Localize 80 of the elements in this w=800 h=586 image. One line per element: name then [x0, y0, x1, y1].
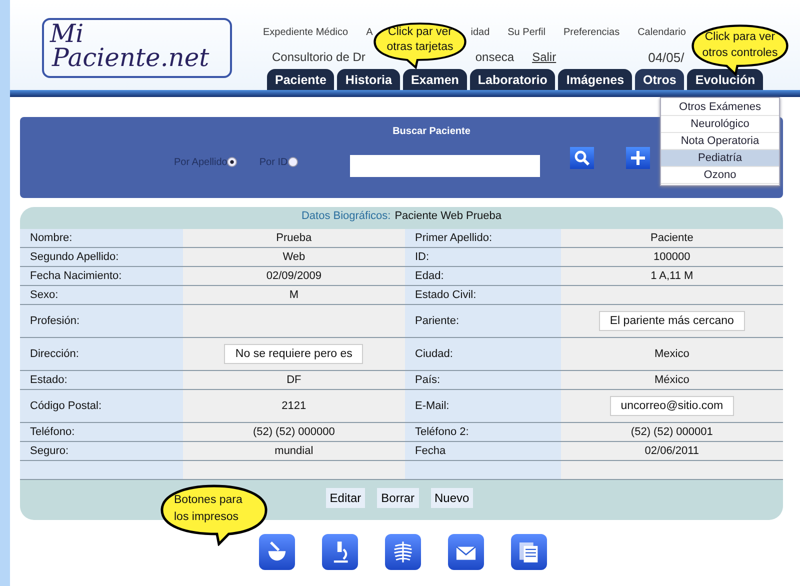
action-button[interactable]: Editar	[326, 488, 366, 508]
nav-link[interactable]: Expediente Médico	[263, 27, 348, 38]
tab[interactable]: Otros	[635, 69, 684, 90]
tab[interactable]: Historia	[337, 69, 400, 90]
callout-text: otros controles	[701, 46, 779, 61]
field-value: 100000	[654, 251, 690, 263]
tab[interactable]: Paciente	[267, 69, 334, 90]
field-value: DF	[286, 374, 302, 386]
field-label: Seguro:	[30, 445, 69, 457]
callout-text: otras tarjetas	[386, 40, 454, 55]
field-label: Primer Apellido:	[415, 232, 492, 244]
field-value: Paciente	[650, 232, 694, 244]
action-button[interactable]: Nuevo	[430, 488, 474, 508]
doctor-name: Consultorio de Dr	[272, 50, 366, 65]
field-value: Prueba	[276, 232, 312, 244]
field-label: Teléfono 2:	[415, 426, 469, 438]
field-label: País:	[415, 374, 440, 386]
field-value: Mexico	[654, 348, 690, 360]
callout-text: Click para ver	[704, 30, 776, 45]
search-field[interactable]	[350, 155, 540, 177]
text-area[interactable]: No se requiere pero es	[224, 344, 364, 364]
field-label: E-Mail:	[415, 400, 450, 412]
field-label: Sexo:	[30, 289, 58, 301]
field-label: Nombre:	[30, 232, 72, 244]
callout-text: los impresos	[174, 510, 240, 525]
envelope-icon[interactable]	[448, 534, 484, 570]
menu-item[interactable]: Neurológico	[661, 116, 779, 133]
field-label: Pariente:	[415, 315, 460, 327]
field-label: Profesión:	[30, 315, 80, 327]
field-value: 02/09/2009	[266, 270, 322, 282]
patient-name: Paciente Web Prueba	[394, 210, 502, 222]
mortar-icon[interactable]	[259, 534, 295, 570]
field-value: México	[654, 374, 690, 386]
field-label: ID:	[415, 251, 430, 263]
field-value: M	[289, 289, 298, 301]
logo[interactable]: Mi Paciente.net	[42, 18, 232, 78]
tab[interactable]: Imágenes	[558, 69, 632, 90]
field-label: Edad:	[415, 270, 444, 282]
tab[interactable]: Examen	[402, 69, 467, 90]
menu-item[interactable]: Ozono	[661, 167, 779, 184]
date-text: 04/05/	[648, 50, 684, 65]
field-label: Teléfono:	[30, 426, 75, 438]
nav-link[interactable]: Calendario	[638, 27, 686, 38]
field-value: (52) (52) 000000	[252, 426, 335, 438]
callout-text: Botones para	[174, 493, 244, 508]
field-value: 2121	[282, 400, 306, 412]
field-value: 1 A,11 M	[650, 270, 694, 282]
field-label: Código Postal:	[30, 400, 102, 412]
nav-link[interactable]: Preferencias	[563, 27, 620, 38]
text-area[interactable]: El pariente más cercano	[598, 311, 745, 331]
ribcage-icon[interactable]	[385, 534, 421, 570]
field-label: Fecha Nacimiento:	[30, 270, 122, 282]
tab[interactable]: Evolución	[687, 69, 764, 90]
doctor-name: onseca	[475, 50, 514, 65]
search-icon[interactable]	[570, 147, 594, 169]
documents-icon[interactable]	[511, 534, 547, 570]
action-button[interactable]: Borrar	[377, 488, 418, 508]
menu-item[interactable]: Pediatría	[661, 150, 779, 167]
field-label: Dirección:	[30, 348, 79, 360]
field-label: Estado Civil:	[415, 289, 476, 301]
field-label: Fecha	[415, 445, 446, 457]
logout-link[interactable]: Salir	[532, 50, 556, 65]
menu-item[interactable]: Otros Exámenes	[661, 99, 779, 116]
add-icon[interactable]	[626, 147, 650, 169]
section-label: Datos Biográficos:	[301, 210, 391, 222]
field-label: Segundo Apellido:	[30, 251, 119, 263]
search-title: Buscar Paciente	[392, 126, 472, 137]
callout-text: Click par ver	[387, 25, 453, 40]
nav-link[interactable]: idad	[470, 27, 490, 38]
field-value: 02/06/2011	[644, 445, 700, 457]
field-label: Estado:	[30, 374, 68, 386]
nav-link[interactable]: Su Perfil	[508, 27, 546, 38]
microscope-icon[interactable]	[322, 534, 358, 570]
nav-link[interactable]: A	[366, 27, 373, 38]
text-area[interactable]: uncorreo@sitio.com	[610, 396, 734, 416]
field-label: Ciudad:	[415, 348, 453, 360]
field-value: mundial	[274, 445, 314, 457]
field-value: Web	[282, 251, 306, 263]
field-value: (52) (52) 000001	[630, 426, 713, 438]
tab[interactable]: Laboratorio	[470, 69, 556, 90]
